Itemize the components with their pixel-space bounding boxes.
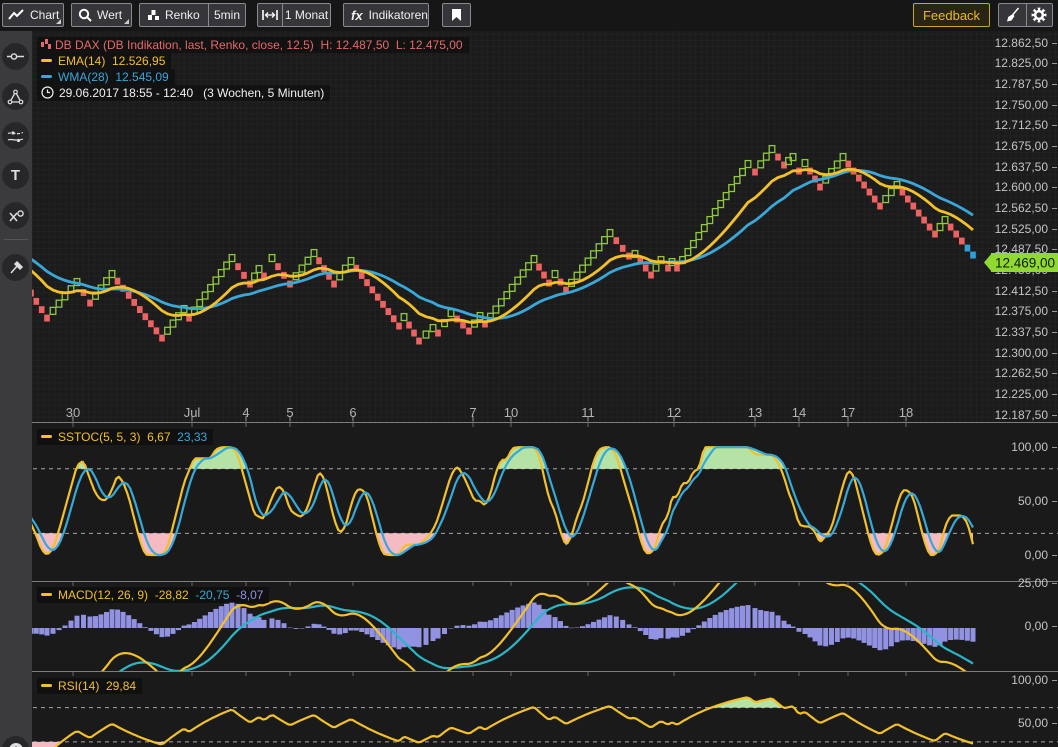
svg-text:12.469,00: 12.469,00 <box>995 256 1055 271</box>
